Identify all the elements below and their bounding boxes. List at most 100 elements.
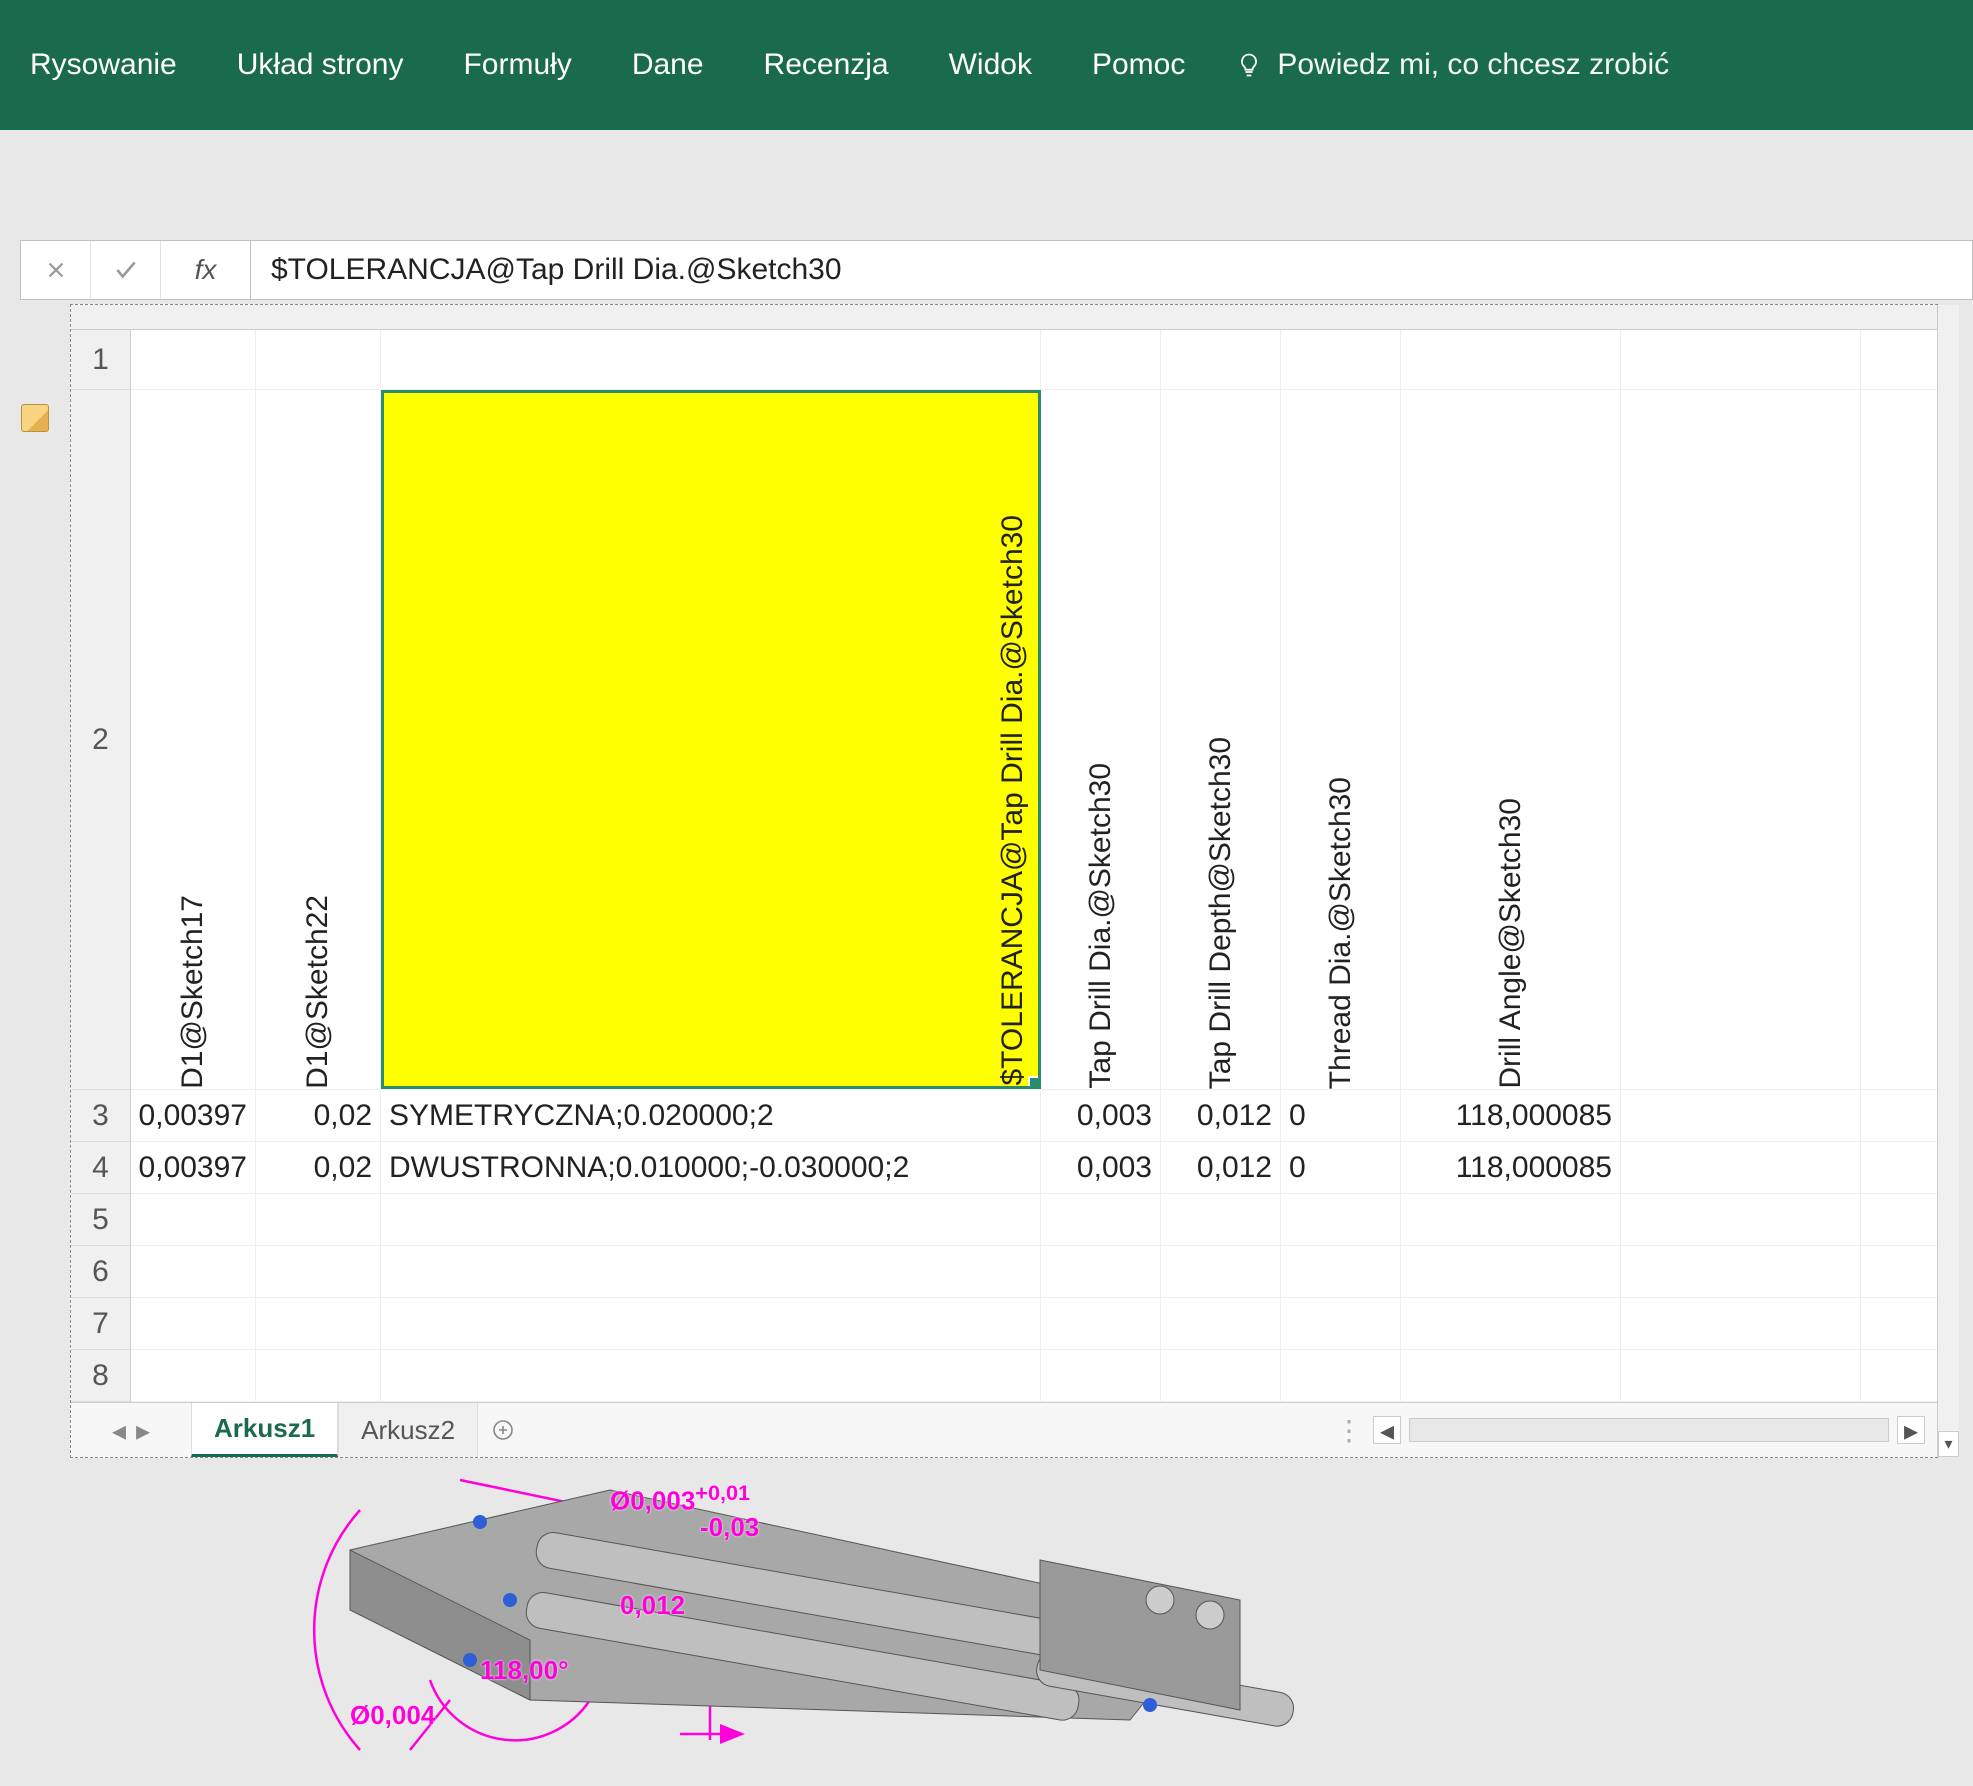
dim-tol-minus[interactable]: -0,03 bbox=[700, 1512, 759, 1543]
cell[interactable] bbox=[1401, 1246, 1621, 1297]
cell[interactable] bbox=[131, 1350, 256, 1401]
ribbon-tab-formuly[interactable]: Formuły bbox=[433, 0, 601, 130]
cell[interactable] bbox=[1281, 1194, 1401, 1245]
ribbon-tab-dane[interactable]: Dane bbox=[602, 0, 734, 130]
cell[interactable] bbox=[381, 1246, 1041, 1297]
cell[interactable]: 0,00397 bbox=[131, 1090, 256, 1141]
cell[interactable] bbox=[131, 1194, 256, 1245]
dim-dia2[interactable]: Ø0,004 bbox=[350, 1700, 435, 1731]
row-header-8[interactable]: 8 bbox=[71, 1350, 130, 1402]
cell[interactable] bbox=[1041, 330, 1161, 389]
cell[interactable] bbox=[1401, 1194, 1621, 1245]
header-tap-drill-depth[interactable]: Tap Drill Depth@Sketch30 bbox=[1161, 390, 1281, 1089]
header-tap-drill-dia[interactable]: Tap Drill Dia.@Sketch30 bbox=[1041, 390, 1161, 1089]
cell[interactable] bbox=[1401, 1298, 1621, 1349]
cell[interactable] bbox=[1041, 1350, 1161, 1401]
formula-confirm-button[interactable] bbox=[91, 241, 161, 299]
dim-angle[interactable]: 118,00° bbox=[480, 1655, 569, 1686]
cell[interactable] bbox=[256, 1298, 381, 1349]
cell[interactable] bbox=[1621, 1246, 1861, 1297]
sheet-tab-arkusz2[interactable]: Arkusz2 bbox=[338, 1403, 478, 1457]
cell[interactable]: 0,012 bbox=[1161, 1090, 1281, 1141]
cad-model-view[interactable]: Ø0,003+0,01 -0,03 0,012 118,00° Ø0,004 bbox=[280, 1450, 1330, 1770]
ribbon-tab-recenzja[interactable]: Recenzja bbox=[734, 0, 919, 130]
cell[interactable]: 118,000085 bbox=[1401, 1090, 1621, 1141]
cell[interactable] bbox=[1041, 1298, 1161, 1349]
header-drill-angle[interactable]: Drill Angle@Sketch30 bbox=[1401, 390, 1621, 1089]
row-header-7[interactable]: 7 bbox=[71, 1298, 130, 1350]
cell[interactable] bbox=[1621, 1194, 1861, 1245]
cell[interactable] bbox=[1621, 330, 1861, 389]
cell[interactable]: DWUSTRONNA;0.010000;-0.030000;2 bbox=[381, 1142, 1041, 1193]
row-header-1[interactable]: 1 bbox=[71, 330, 130, 390]
cell[interactable] bbox=[1401, 330, 1621, 389]
cell[interactable]: 0,02 bbox=[256, 1142, 381, 1193]
solidworks-icon[interactable] bbox=[21, 404, 49, 432]
cell[interactable]: 0,012 bbox=[1161, 1142, 1281, 1193]
cell[interactable] bbox=[1621, 1298, 1861, 1349]
ribbon-tab-widok[interactable]: Widok bbox=[919, 0, 1062, 130]
cell[interactable]: 0,02 bbox=[256, 1090, 381, 1141]
cell[interactable] bbox=[1161, 1194, 1281, 1245]
header-d1-sketch17[interactable]: D1@Sketch17 bbox=[131, 390, 256, 1089]
cell[interactable] bbox=[131, 330, 256, 389]
cell[interactable] bbox=[1621, 390, 1861, 1089]
ribbon-tab-rysowanie[interactable]: Rysowanie bbox=[0, 0, 207, 130]
cell[interactable] bbox=[131, 1246, 256, 1297]
cell[interactable] bbox=[1161, 1350, 1281, 1401]
cell[interactable]: 0,003 bbox=[1041, 1090, 1161, 1141]
add-sheet-button[interactable] bbox=[478, 1418, 528, 1442]
cell[interactable] bbox=[381, 330, 1041, 389]
cell[interactable] bbox=[131, 1298, 256, 1349]
formula-input[interactable] bbox=[251, 241, 1972, 299]
cell[interactable] bbox=[256, 330, 381, 389]
cell[interactable] bbox=[1621, 1142, 1861, 1193]
cell[interactable] bbox=[1621, 1350, 1861, 1401]
vertical-scrollbar[interactable]: ▾ bbox=[1937, 305, 1959, 1457]
ribbon-tab-pomoc[interactable]: Pomoc bbox=[1062, 0, 1215, 130]
cell[interactable] bbox=[381, 1298, 1041, 1349]
row-header-6[interactable]: 6 bbox=[71, 1246, 130, 1298]
cell[interactable]: 0,003 bbox=[1041, 1142, 1161, 1193]
cell[interactable] bbox=[381, 1350, 1041, 1401]
cell[interactable] bbox=[1281, 1350, 1401, 1401]
row-header-3[interactable]: 3 bbox=[71, 1090, 130, 1142]
sheet-nav[interactable]: ◂ ▸ bbox=[71, 1414, 191, 1447]
cell[interactable] bbox=[1161, 1298, 1281, 1349]
cell[interactable] bbox=[1161, 1246, 1281, 1297]
cell[interactable] bbox=[1621, 1090, 1861, 1141]
row-header-2[interactable]: 2 bbox=[71, 390, 130, 1090]
cell[interactable]: 118,000085 bbox=[1401, 1142, 1621, 1193]
tell-me-search[interactable]: Powiedz mi, co chcesz zrobić bbox=[1235, 48, 1669, 82]
cell[interactable] bbox=[1281, 1246, 1401, 1297]
formula-cancel-button[interactable] bbox=[21, 241, 91, 299]
cell[interactable]: SYMETRYCZNA;0.020000;2 bbox=[381, 1090, 1041, 1141]
insert-function-button[interactable]: fx bbox=[161, 241, 251, 299]
cell[interactable] bbox=[1041, 1194, 1161, 1245]
cell[interactable] bbox=[1041, 1246, 1161, 1297]
cell[interactable] bbox=[381, 1194, 1041, 1245]
splitter-handle-icon[interactable]: ⋮ bbox=[1335, 1414, 1365, 1447]
row-header-4[interactable]: 4 bbox=[71, 1142, 130, 1194]
header-d1-sketch22[interactable]: D1@Sketch22 bbox=[256, 390, 381, 1089]
header-thread-dia[interactable]: Thread Dia.@Sketch30 bbox=[1281, 390, 1401, 1089]
cell[interactable]: 0 bbox=[1281, 1090, 1401, 1141]
hscroll-left-button[interactable]: ◂ bbox=[1373, 1416, 1401, 1444]
sheet-tab-arkusz1[interactable]: Arkusz1 bbox=[191, 1403, 338, 1457]
dim-depth[interactable]: 0,012 bbox=[620, 1590, 685, 1621]
ribbon-tab-uklad[interactable]: Układ strony bbox=[207, 0, 434, 130]
hscroll-track[interactable] bbox=[1409, 1418, 1889, 1442]
cell[interactable] bbox=[256, 1350, 381, 1401]
cell[interactable] bbox=[256, 1194, 381, 1245]
cell[interactable] bbox=[1401, 1350, 1621, 1401]
cell[interactable] bbox=[1281, 330, 1401, 389]
cell[interactable] bbox=[1281, 1298, 1401, 1349]
cell[interactable]: 0 bbox=[1281, 1142, 1401, 1193]
cell[interactable] bbox=[1161, 330, 1281, 389]
vscroll-down-button[interactable]: ▾ bbox=[1938, 1431, 1959, 1457]
hscroll-right-button[interactable]: ▸ bbox=[1897, 1416, 1925, 1444]
selected-cell-tolerancja[interactable]: $TOLERANCJA@Tap Drill Dia.@Sketch30 bbox=[381, 390, 1041, 1089]
row-header-5[interactable]: 5 bbox=[71, 1194, 130, 1246]
cell[interactable]: 0,00397 bbox=[131, 1142, 256, 1193]
cell[interactable] bbox=[256, 1246, 381, 1297]
